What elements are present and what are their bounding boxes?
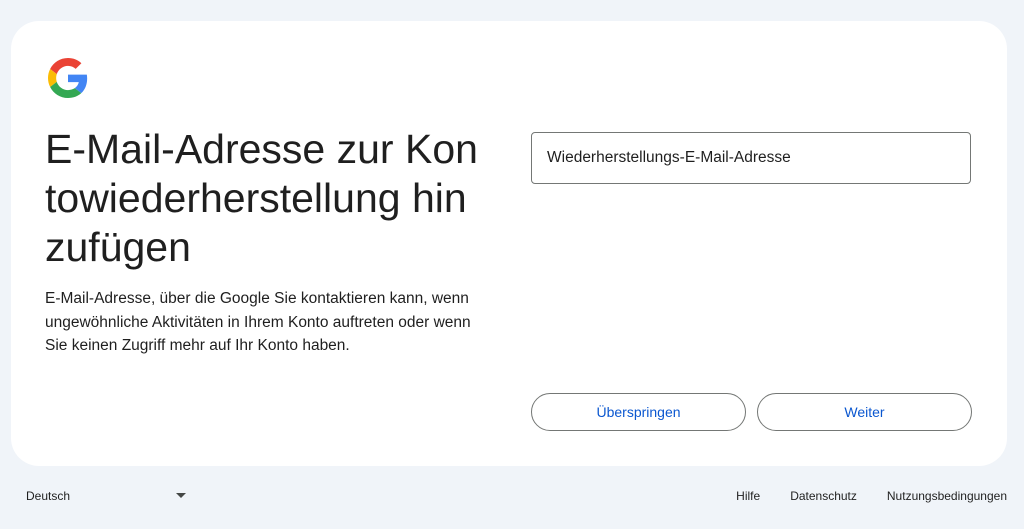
dropdown-caret-icon — [176, 493, 186, 498]
privacy-link[interactable]: Datenschutz — [790, 489, 857, 503]
page-title: E-Mail-Adresse zur Kontowiederherstellun… — [45, 126, 478, 270]
google-g-logo-icon — [48, 58, 88, 98]
terms-link[interactable]: Nutzungsbedingungen — [887, 489, 1007, 503]
footer-links: Hilfe Datenschutz Nutzungsbedingungen — [736, 489, 1007, 503]
footer: Deutsch Hilfe Datenschutz Nutzungsbeding… — [0, 476, 1024, 516]
next-button[interactable]: Weiter — [757, 393, 972, 431]
language-selector[interactable]: Deutsch — [16, 482, 192, 510]
recovery-email-input[interactable] — [532, 133, 970, 183]
language-label: Deutsch — [26, 489, 71, 503]
skip-button[interactable]: Überspringen — [531, 393, 746, 431]
help-link[interactable]: Hilfe — [736, 489, 760, 503]
signin-card: E-Mail-Adresse zur Kontowiederherstellun… — [11, 21, 1007, 466]
page-description: E-Mail-Adresse, über die Google Sie kont… — [45, 290, 471, 354]
recovery-email-field[interactable] — [531, 132, 971, 184]
